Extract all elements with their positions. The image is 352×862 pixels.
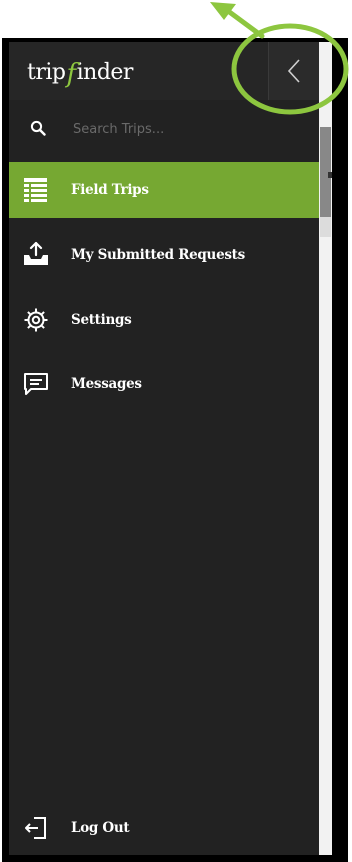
- sidebar-item-label: My Submitted Requests: [71, 247, 245, 263]
- sidebar-item-label: Messages: [71, 376, 142, 392]
- logout-button[interactable]: Log Out: [9, 800, 319, 856]
- logo-text-left: trip: [27, 60, 66, 85]
- inbox-upload-icon: [24, 241, 48, 265]
- sidebar-item-settings[interactable]: Settings: [9, 292, 319, 348]
- sidebar-item-label: Field Trips: [71, 182, 149, 198]
- scrollbar-marker: [328, 172, 332, 178]
- logo-text-f: f: [66, 59, 76, 89]
- sidebar-panel: tripfinder Field Trips: [9, 42, 319, 855]
- collapse-sidebar-button[interactable]: [268, 42, 319, 100]
- sidebar-item-my-submitted-requests[interactable]: My Submitted Requests: [9, 227, 319, 283]
- search-bar: [9, 100, 319, 158]
- logout-label: Log Out: [71, 820, 130, 836]
- tripfinder-logo: tripfinder: [27, 56, 134, 89]
- annotation-arrow-shaft: [221, 5, 265, 39]
- annotation-arrowhead: [210, 2, 236, 20]
- logout-icon: [25, 817, 46, 839]
- scrollbar-track-segment: [320, 217, 331, 237]
- sidebar-item-messages[interactable]: Messages: [9, 356, 319, 412]
- message-icon: [24, 373, 48, 395]
- table-list-icon: [24, 178, 47, 202]
- logo-text-right: inder: [76, 60, 134, 85]
- gear-icon: [24, 308, 48, 332]
- search-icon: [30, 120, 46, 136]
- sidebar-item-label: Settings: [71, 312, 132, 328]
- chevron-left-icon: [287, 59, 300, 83]
- search-input[interactable]: [71, 118, 291, 140]
- sidebar-item-field-trips[interactable]: Field Trips: [9, 162, 319, 218]
- scrollbar[interactable]: [319, 42, 332, 855]
- sidebar-header: tripfinder: [9, 42, 319, 100]
